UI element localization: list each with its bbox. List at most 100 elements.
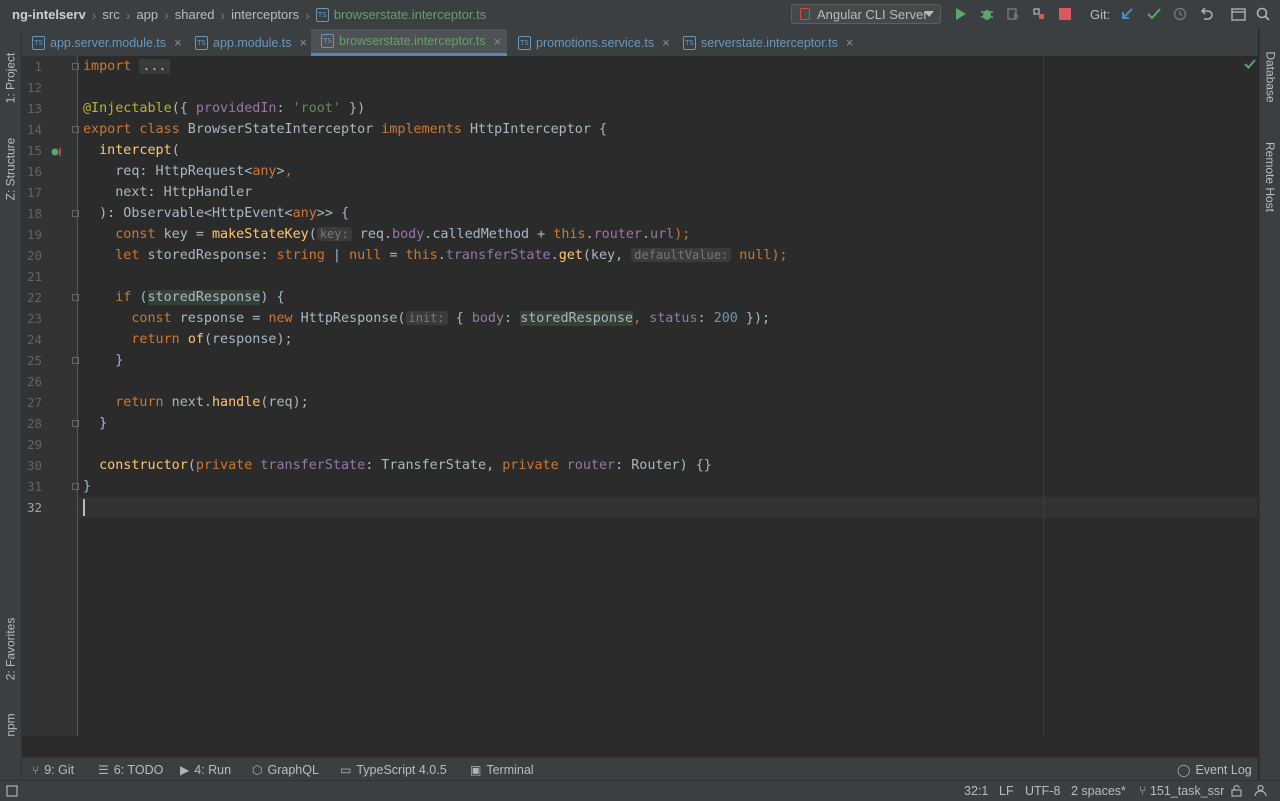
- code-line: if (storedResponse) {: [83, 287, 285, 308]
- chevron-down-icon: [924, 11, 934, 17]
- keyword-token: new: [268, 311, 293, 326]
- project-tool-button[interactable]: 1: Project: [0, 37, 21, 119]
- breadcrumb-project[interactable]: ng-intelserv: [12, 7, 86, 22]
- fold-marker-icon[interactable]: [72, 210, 79, 217]
- editor-gutter[interactable]: 1 12 13 14 15 16 17 18 19 20 21 22 23 24…: [22, 56, 79, 736]
- file-encoding[interactable]: UTF-8: [1025, 781, 1060, 801]
- graphql-tool-button[interactable]: ⬡ GraphQL: [252, 758, 319, 781]
- folded-imports[interactable]: ...: [139, 59, 170, 74]
- bottom-tool-bar: ⑂ 9: Git ☰ 6: TODO ▶ 4: Run ⬡ GraphQL ▭ TypeS…: [22, 757, 1258, 781]
- breadcrumb-separator-icon: ›: [125, 6, 131, 23]
- typescript-icon: ▭: [340, 762, 352, 777]
- typescript-tool-label: TypeScript 4.0.5: [356, 762, 447, 777]
- line-number: 1: [34, 59, 42, 74]
- code-token: :: [276, 101, 293, 116]
- keyword-token: this: [405, 248, 438, 263]
- line-number: 13: [26, 101, 42, 116]
- run-tool-button[interactable]: ▶ 4: Run: [180, 758, 231, 781]
- git-history-button[interactable]: [1171, 5, 1189, 23]
- code-line: }: [83, 350, 123, 371]
- editor-bottom-area: [22, 736, 1258, 757]
- run-button[interactable]: [952, 5, 970, 23]
- code-token: }): [341, 101, 366, 116]
- event-log-button[interactable]: ◯ Event Log: [1177, 758, 1252, 781]
- breadcrumb-interceptors[interactable]: interceptors: [231, 7, 299, 22]
- project-tool-label: 1: Project: [3, 52, 18, 104]
- breadcrumb-file[interactable]: browserstate.interceptor.ts: [334, 7, 486, 22]
- search-everywhere-button[interactable]: [1254, 5, 1272, 23]
- inspector-icon[interactable]: [1254, 784, 1267, 797]
- code-token: key =: [155, 227, 212, 242]
- line-number: 31: [26, 479, 42, 494]
- typescript-file-icon: TS: [315, 7, 329, 22]
- run-configuration-label: Angular CLI Server: [817, 6, 928, 22]
- fold-marker-icon[interactable]: [72, 357, 79, 364]
- presentation-mode-button[interactable]: [1229, 5, 1247, 23]
- function-token: makeStateKey: [212, 227, 309, 242]
- close-icon[interactable]: ×: [494, 34, 502, 49]
- typescript-file-icon: TS: [321, 34, 334, 48]
- close-icon[interactable]: ×: [174, 35, 182, 50]
- breadcrumb-src[interactable]: src: [102, 7, 119, 22]
- fold-marker-icon[interactable]: [72, 294, 79, 301]
- keyword-token: import: [83, 59, 132, 74]
- breadcrumb-shared[interactable]: shared: [175, 7, 215, 22]
- tab-browserstate-interceptor[interactable]: TS browserstate.interceptor.ts ×: [311, 29, 507, 56]
- tool-window-toggle-icon[interactable]: [6, 785, 18, 797]
- tab-serverstate-interceptor[interactable]: TS serverstate.interceptor.ts ×: [673, 29, 858, 56]
- code-token: }: [83, 479, 92, 494]
- attach-debugger-button[interactable]: [1030, 5, 1048, 23]
- coverage-button[interactable]: [1004, 5, 1022, 23]
- implements-method-icon[interactable]: [50, 146, 62, 158]
- stop-button[interactable]: [1056, 5, 1074, 23]
- lock-icon[interactable]: [1231, 784, 1242, 797]
- play-icon: [956, 8, 966, 20]
- line-number-current: 32: [26, 500, 42, 515]
- keyword-token: any: [252, 164, 277, 179]
- git-commit-button[interactable]: [1145, 5, 1163, 23]
- tab-promotions-service[interactable]: TS promotions.service.ts ×: [508, 29, 673, 56]
- parameter-hint: init:: [405, 311, 448, 325]
- git-rollback-button[interactable]: [1197, 5, 1215, 23]
- code-token: |: [324, 248, 350, 263]
- database-tool-button[interactable]: Database: [1260, 37, 1280, 117]
- typescript-tool-button[interactable]: ▭ TypeScript 4.0.5: [340, 758, 447, 781]
- keyword-token: let: [115, 248, 140, 263]
- fold-marker-icon[interactable]: [72, 420, 79, 427]
- caret-position[interactable]: 32:1: [964, 781, 988, 801]
- run-configuration-select[interactable]: Angular CLI Server: [791, 4, 941, 24]
- npm-tool-button[interactable]: npm: [0, 703, 21, 747]
- function-token: handle: [212, 395, 261, 410]
- code-line: return next.handle(req);: [83, 392, 309, 413]
- fold-marker-icon[interactable]: [72, 63, 79, 70]
- terminal-tool-button[interactable]: ▣ Terminal: [470, 758, 534, 781]
- git-update-button[interactable]: [1118, 5, 1136, 23]
- debug-button[interactable]: [978, 5, 996, 23]
- tab-label: app.module.ts: [213, 35, 292, 50]
- close-icon[interactable]: ×: [662, 35, 670, 50]
- tab-app-module[interactable]: TS app.module.ts ×: [185, 29, 311, 56]
- line-separator[interactable]: LF: [999, 781, 1014, 801]
- close-icon[interactable]: ×: [300, 35, 308, 50]
- keyword-token: string: [276, 248, 325, 263]
- tab-app-server-module[interactable]: TS app.server.module.ts ×: [22, 29, 184, 56]
- fold-marker-icon[interactable]: [72, 126, 79, 133]
- inspection-ok-check-icon[interactable]: [1244, 58, 1256, 70]
- todo-tool-button[interactable]: ☰ 6: TODO: [98, 758, 163, 781]
- breadcrumb: ng-intelserv › src › app › shared › inte…: [12, 0, 486, 29]
- structure-tool-button[interactable]: Z: Structure: [0, 125, 21, 213]
- keyword-token: const: [115, 227, 156, 242]
- line-number: 17: [26, 185, 42, 200]
- remote-host-tool-button[interactable]: Remote Host: [1260, 127, 1280, 227]
- code-token: >> {: [316, 206, 350, 221]
- breadcrumb-app[interactable]: app: [136, 7, 158, 22]
- indent-setting[interactable]: 2 spaces*: [1071, 781, 1126, 801]
- git-tool-button[interactable]: ⑂ 9: Git: [32, 758, 74, 781]
- code-line: intercept(: [83, 140, 180, 161]
- clock-icon: [1173, 7, 1187, 21]
- fold-marker-icon[interactable]: [72, 483, 79, 490]
- favorites-tool-button[interactable]: 2: Favorites: [0, 604, 21, 694]
- git-branch-widget[interactable]: ⑂ 151_task_ssr: [1139, 781, 1224, 801]
- code-token: (: [171, 143, 180, 158]
- close-icon[interactable]: ×: [846, 35, 854, 50]
